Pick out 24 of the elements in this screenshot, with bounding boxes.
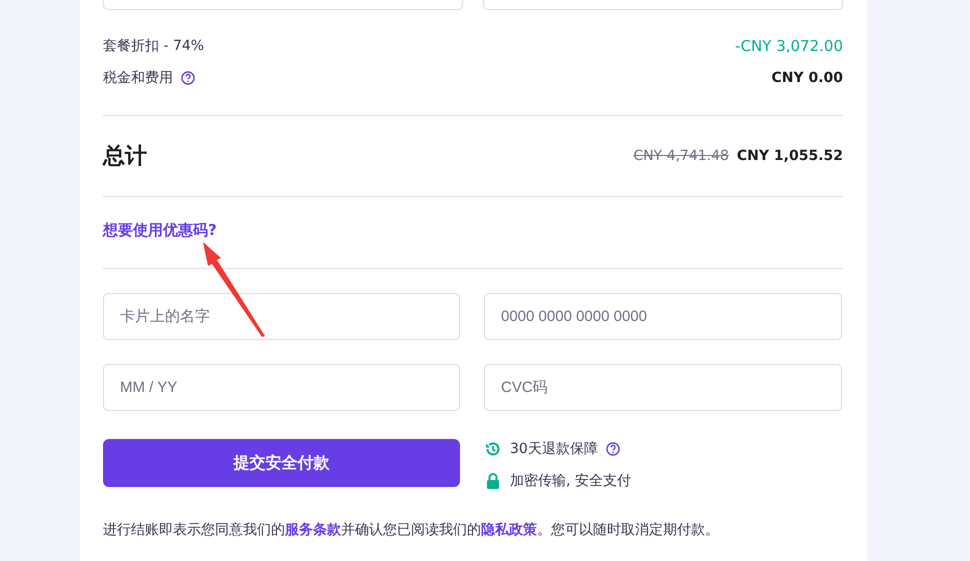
total-price: CNY 1,055.52	[736, 148, 843, 164]
input-field[interactable]: 0000 0000 0000 0000	[484, 293, 842, 340]
help-icon[interactable]	[606, 442, 620, 456]
total-label: 总计	[103, 143, 147, 171]
submit-button[interactable]: 提交安全付款	[103, 439, 460, 487]
summary-amount: -CNY 3,072.00	[735, 37, 843, 55]
summary-label: 套餐折扣 - 74%	[103, 37, 204, 55]
terms-link[interactable]: 服务条款	[285, 522, 341, 538]
input-field[interactable]: MM / YY	[103, 364, 460, 411]
old-price: CNY 4,741.48	[633, 148, 729, 164]
summary-label: 税金和费用	[103, 69, 173, 87]
terms-text: 进行结账即表示您同意我们的服务条款并确认您已阅读我们的隐私政策。您可以随时取消定期付款。	[103, 521, 720, 539]
guarantee-text: 30天退款保障	[510, 440, 598, 458]
input-field[interactable]	[103, 0, 463, 10]
coupon-link[interactable]: 想要使用优惠码?	[103, 221, 217, 240]
input-field[interactable]	[483, 0, 843, 10]
guarantee-text: 加密传输, 安全支付	[510, 472, 631, 490]
input-field[interactable]: 卡片上的名字	[103, 293, 460, 340]
input-field[interactable]: CVC码	[484, 364, 842, 411]
help-icon[interactable]	[181, 71, 195, 85]
summary-amount: CNY 0.00	[771, 70, 843, 86]
terms-link[interactable]: 隐私政策	[481, 522, 537, 538]
lock-icon	[484, 472, 502, 490]
clock-icon	[484, 440, 502, 458]
